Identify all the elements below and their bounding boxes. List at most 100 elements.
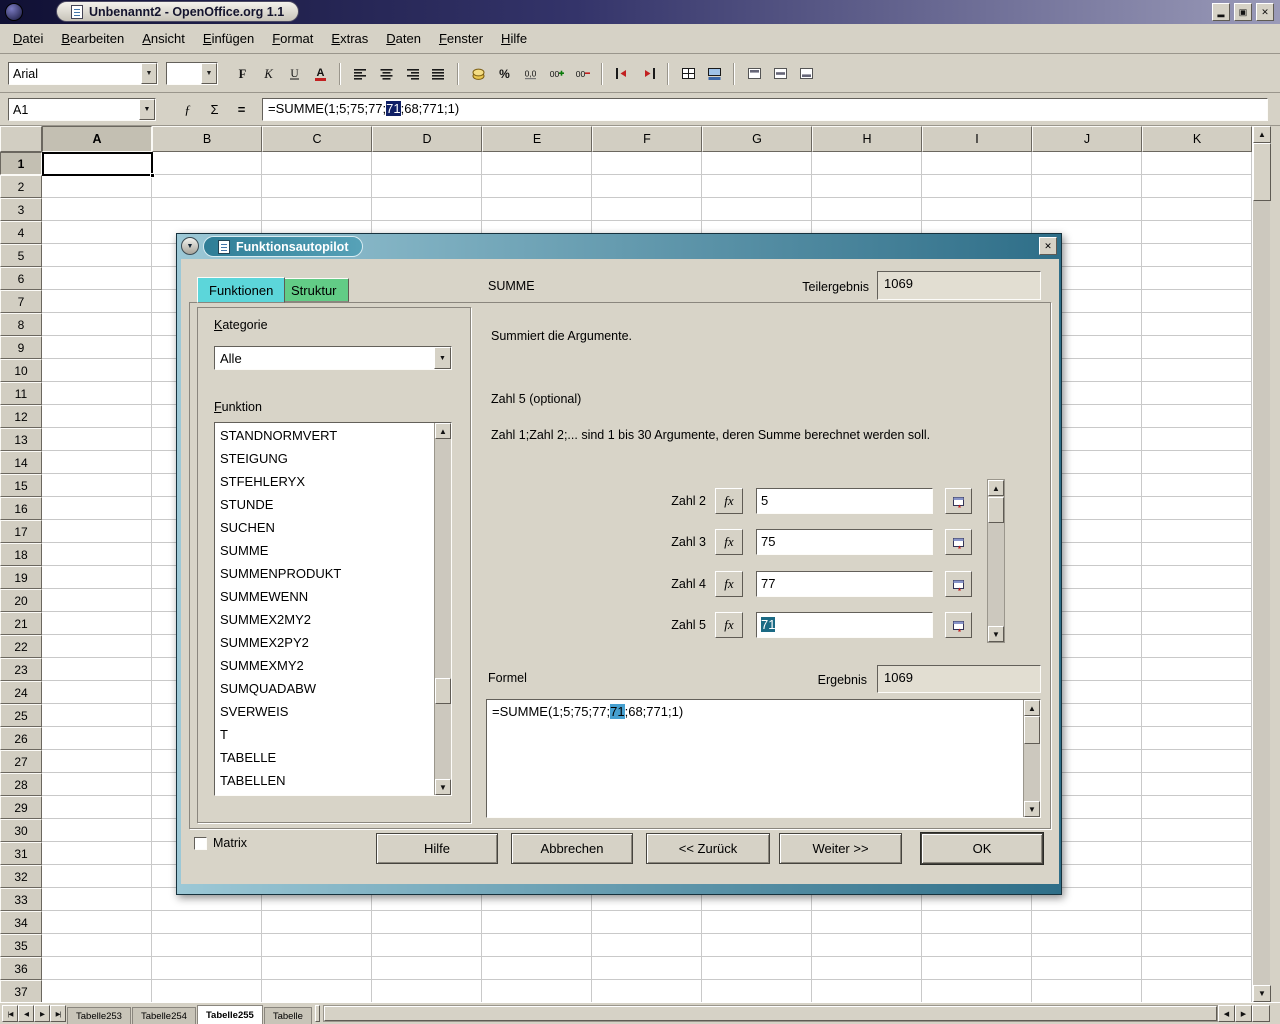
background-color-button[interactable] xyxy=(702,62,726,86)
arg-input-zahl-3[interactable]: 75 xyxy=(756,529,933,555)
column-header-h[interactable]: H xyxy=(812,126,922,152)
textarea-scrollbar[interactable]: ▲ ▼ xyxy=(1023,700,1040,817)
row-header-3[interactable]: 3 xyxy=(0,198,42,221)
row-header-5[interactable]: 5 xyxy=(0,244,42,267)
column-header-a[interactable]: A xyxy=(42,126,152,152)
menu-format[interactable]: Format xyxy=(263,28,322,49)
tab-struktur[interactable]: Struktur xyxy=(279,278,349,302)
active-cell-selection[interactable] xyxy=(42,152,153,176)
chevron-down-icon[interactable]: ▼ xyxy=(201,63,217,84)
font-size-combo[interactable]: ▼ xyxy=(166,62,218,85)
function-autopilot-icon[interactable]: ƒ xyxy=(176,98,199,121)
scroll-down-icon[interactable]: ▼ xyxy=(435,779,451,795)
row-header-23[interactable]: 23 xyxy=(0,658,42,681)
column-header-k[interactable]: K xyxy=(1142,126,1252,152)
fx-button-zahl-3[interactable]: fx xyxy=(715,529,743,555)
row-header-37[interactable]: 37 xyxy=(0,980,42,1002)
italic-button[interactable]: K xyxy=(256,62,280,86)
next-button[interactable]: Weiter >> xyxy=(779,833,902,864)
maximize-button[interactable]: ▣ xyxy=(1234,3,1252,21)
fx-button-zahl-4[interactable]: fx xyxy=(715,571,743,597)
row-header-30[interactable]: 30 xyxy=(0,819,42,842)
increase-indent-button[interactable] xyxy=(636,62,660,86)
function-item-summex2py2[interactable]: SUMMEX2PY2 xyxy=(215,631,434,654)
function-item-summex2my2[interactable]: SUMMEX2MY2 xyxy=(215,608,434,631)
font-name-combo[interactable]: Arial ▼ xyxy=(8,62,158,85)
font-color-button[interactable]: A xyxy=(308,62,332,86)
scroll-up-icon[interactable]: ▲ xyxy=(1253,126,1271,143)
vertical-scrollbar[interactable]: ▲ ▼ xyxy=(1252,126,1270,1002)
align-bottom-button[interactable] xyxy=(794,62,818,86)
arguments-scrollbar[interactable]: ▲ ▼ xyxy=(987,479,1005,643)
menu-einf-gen[interactable]: Einfügen xyxy=(194,28,263,49)
dialog-title-bar[interactable]: ▼ Funktionsautopilot ✕ xyxy=(177,234,1061,259)
row-header-21[interactable]: 21 xyxy=(0,612,42,635)
arguments-scroll-thumb[interactable] xyxy=(988,497,1004,523)
next-sheet-button[interactable]: ▶ xyxy=(34,1005,50,1022)
matrix-checkbox[interactable] xyxy=(194,837,207,850)
function-listbox[interactable]: STANDNORMVERTSTEIGUNGSTFEHLERYXSTUNDESUC… xyxy=(214,422,452,796)
menu-bearbeiten[interactable]: Bearbeiten xyxy=(52,28,133,49)
row-header-15[interactable]: 15 xyxy=(0,474,42,497)
borders-button[interactable] xyxy=(676,62,700,86)
previous-sheet-button[interactable]: ◀ xyxy=(18,1005,34,1022)
system-menu-button[interactable] xyxy=(5,3,23,21)
column-header-i[interactable]: I xyxy=(922,126,1032,152)
sheet-tab-tabelle[interactable]: Tabelle xyxy=(264,1007,312,1024)
listbox-scroll-thumb[interactable] xyxy=(435,678,451,704)
menu-fenster[interactable]: Fenster xyxy=(430,28,492,49)
scroll-up-icon[interactable]: ▲ xyxy=(988,480,1004,496)
underline-button[interactable]: U xyxy=(282,62,306,86)
back-button[interactable]: << Zurück xyxy=(646,833,770,864)
chevron-down-icon[interactable]: ▼ xyxy=(139,99,155,120)
row-header-31[interactable]: 31 xyxy=(0,842,42,865)
function-item-stunde[interactable]: STUNDE xyxy=(215,493,434,516)
scroll-left-icon[interactable]: ◀ xyxy=(1218,1005,1235,1022)
row-header-10[interactable]: 10 xyxy=(0,359,42,382)
align-left-button[interactable] xyxy=(348,62,372,86)
arg-input-zahl-4[interactable]: 77 xyxy=(756,571,933,597)
column-header-f[interactable]: F xyxy=(592,126,702,152)
scroll-up-icon[interactable]: ▲ xyxy=(435,423,451,439)
horizontal-scrollbar[interactable] xyxy=(323,1005,1218,1022)
fx-button-zahl-2[interactable]: fx xyxy=(715,488,743,514)
row-header-13[interactable]: 13 xyxy=(0,428,42,451)
row-header-16[interactable]: 16 xyxy=(0,497,42,520)
function-item-tabellen[interactable]: TABELLEN xyxy=(215,769,434,792)
sheet-tab-tabelle253[interactable]: Tabelle253 xyxy=(67,1007,131,1024)
row-header-20[interactable]: 20 xyxy=(0,589,42,612)
shrink-button-zahl-4[interactable] xyxy=(945,571,972,597)
function-item-stfehleryx[interactable]: STFEHLERYX xyxy=(215,470,434,493)
row-header-8[interactable]: 8 xyxy=(0,313,42,336)
row-header-26[interactable]: 26 xyxy=(0,727,42,750)
close-button[interactable]: ✕ xyxy=(1256,3,1274,21)
chevron-down-icon[interactable]: ▼ xyxy=(434,347,451,369)
row-header-7[interactable]: 7 xyxy=(0,290,42,313)
function-item-steigung[interactable]: STEIGUNG xyxy=(215,447,434,470)
sheet-tab-tabelle254[interactable]: Tabelle254 xyxy=(132,1007,196,1024)
decrease-indent-button[interactable] xyxy=(610,62,634,86)
scroll-right-icon[interactable]: ▶ xyxy=(1235,1005,1252,1022)
column-header-g[interactable]: G xyxy=(702,126,812,152)
first-sheet-button[interactable]: |◀ xyxy=(2,1005,18,1022)
category-combo[interactable]: Alle ▼ xyxy=(214,346,452,370)
menu-daten[interactable]: Daten xyxy=(377,28,430,49)
function-item-summe[interactable]: SUMME xyxy=(215,539,434,562)
cancel-button[interactable]: Abbrechen xyxy=(511,833,633,864)
cell-reference-box[interactable]: A1 ▼ xyxy=(8,98,156,121)
dialog-menu-button[interactable]: ▼ xyxy=(181,237,199,255)
percent-format-button[interactable]: % xyxy=(492,62,516,86)
equals-icon[interactable]: = xyxy=(230,98,253,121)
function-item-standnormvert[interactable]: STANDNORMVERT xyxy=(215,424,434,447)
row-header-32[interactable]: 32 xyxy=(0,865,42,888)
help-button[interactable]: Hilfe xyxy=(376,833,498,864)
function-item-suchen[interactable]: SUCHEN xyxy=(215,516,434,539)
row-header-22[interactable]: 22 xyxy=(0,635,42,658)
column-header-c[interactable]: C xyxy=(262,126,372,152)
standard-format-button[interactable]: 0,0 xyxy=(518,62,542,86)
column-header-j[interactable]: J xyxy=(1032,126,1142,152)
dialog-close-button[interactable]: ✕ xyxy=(1039,237,1057,255)
row-header-18[interactable]: 18 xyxy=(0,543,42,566)
row-header-14[interactable]: 14 xyxy=(0,451,42,474)
sheet-tab-tabelle255[interactable]: Tabelle255 xyxy=(197,1005,263,1024)
